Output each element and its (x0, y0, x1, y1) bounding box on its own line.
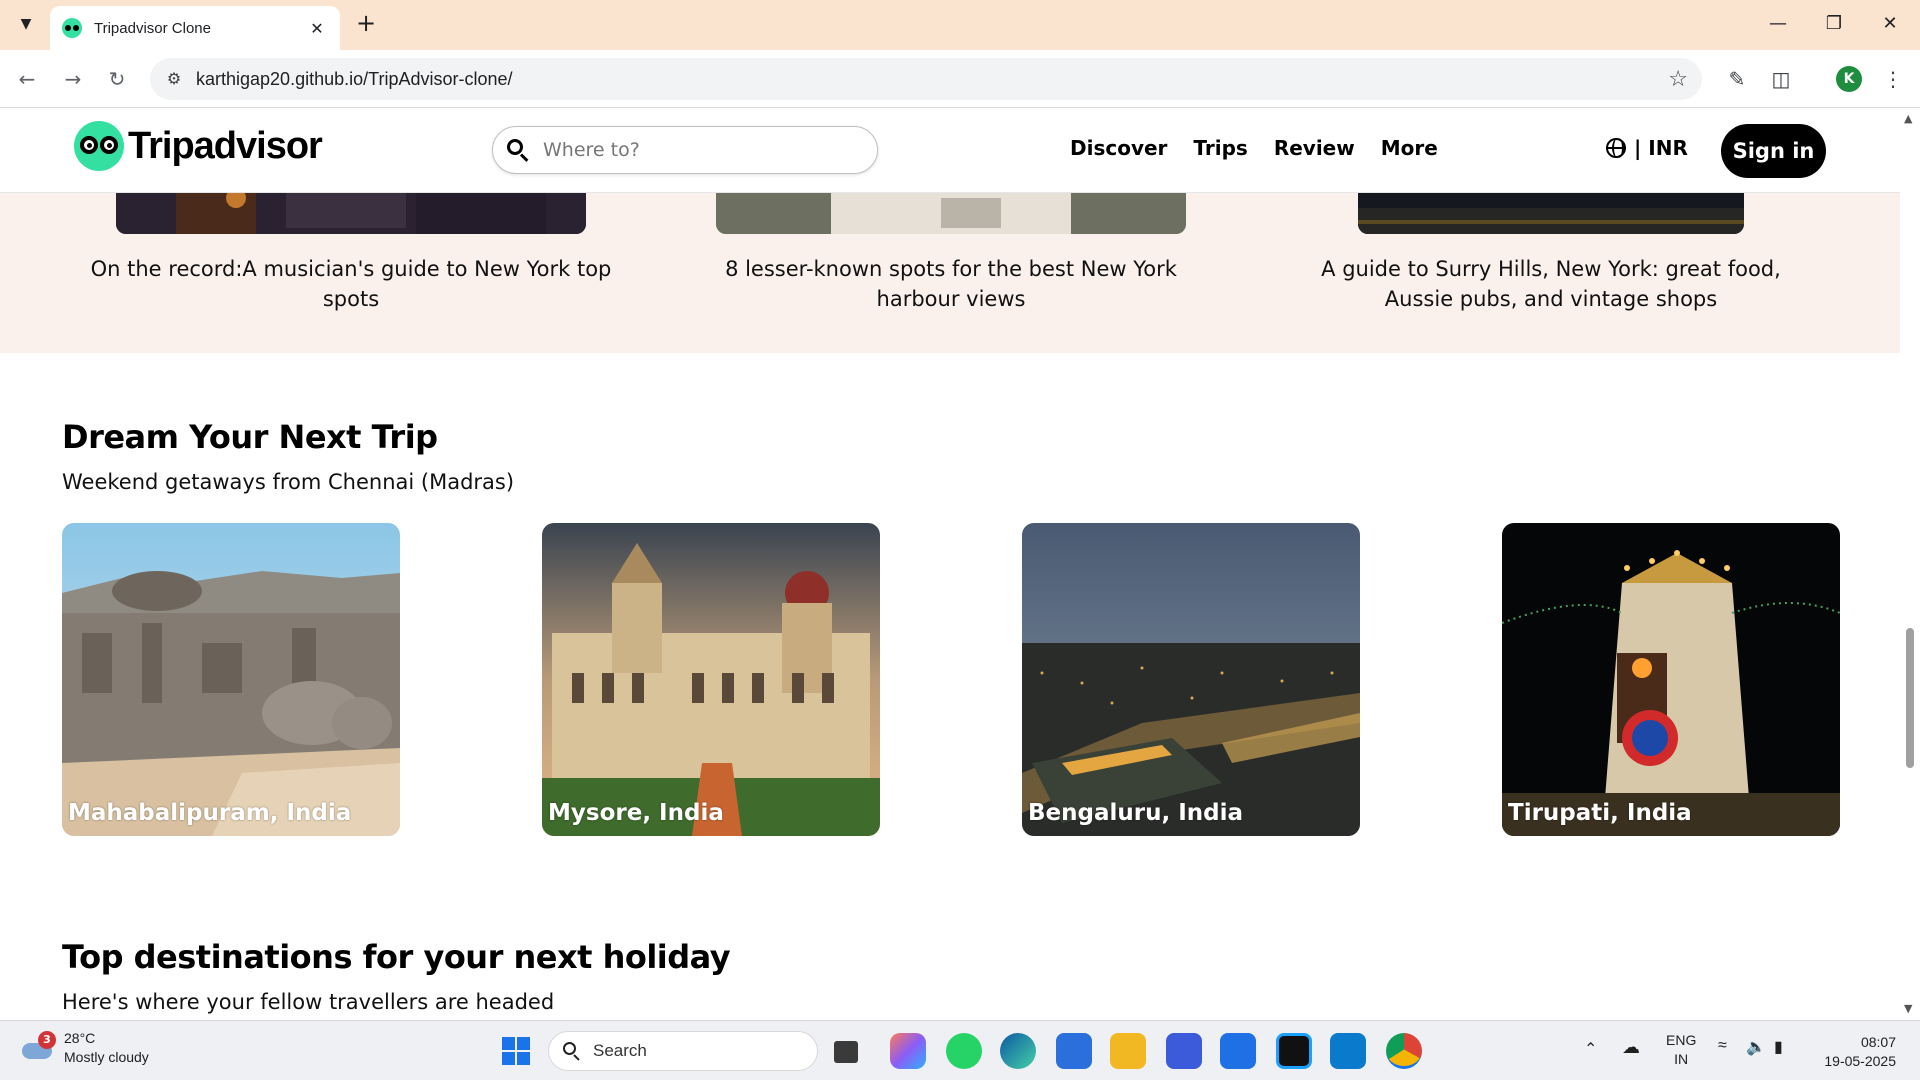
section-title: Top destinations for your next holiday (62, 938, 731, 976)
language-indicator[interactable]: ENG IN (1666, 1031, 1696, 1069)
nav-trips[interactable]: Trips (1193, 136, 1247, 160)
new-tab-button[interactable]: + (352, 10, 380, 38)
tripadvisor-favicon-icon (62, 18, 82, 38)
taskbar-search-label: Search (593, 1041, 647, 1060)
destination-card[interactable]: Mahabalipuram, India (62, 523, 400, 836)
region-code: IN (1674, 1051, 1689, 1067)
wifi-icon[interactable]: ≈ (1718, 1037, 1727, 1055)
nav-more[interactable]: More (1381, 136, 1438, 160)
destination-image (542, 523, 880, 836)
search-box[interactable] (492, 126, 878, 174)
scroll-thumb[interactable] (1906, 628, 1914, 768)
section-subtitle: Here's where your fellow travellers are … (62, 990, 555, 1014)
owl-logo-icon (74, 121, 124, 171)
forward-arrow-icon[interactable]: → (58, 64, 88, 94)
extensions-icon[interactable]: ◫ (1766, 64, 1796, 94)
chrome-icon[interactable] (1386, 1033, 1422, 1069)
search-icon (507, 139, 529, 162)
volume-icon[interactable]: 🔈 (1746, 1037, 1766, 1057)
search-input[interactable] (543, 139, 843, 161)
destination-image (1502, 523, 1840, 836)
scroll-up-icon[interactable]: ▲ (1904, 112, 1912, 125)
destination-card[interactable]: Mysore, India (542, 523, 880, 836)
edge-icon[interactable] (1000, 1033, 1036, 1069)
app-icon[interactable] (1166, 1033, 1202, 1069)
notification-badge: 3 (38, 1031, 56, 1049)
copilot-icon[interactable] (890, 1033, 926, 1069)
scroll-down-icon[interactable]: ▼ (1904, 1002, 1912, 1015)
windows-start-icon[interactable] (502, 1037, 530, 1065)
whatsapp-icon[interactable] (946, 1033, 982, 1069)
nav-discover[interactable]: Discover (1070, 136, 1167, 160)
weather-desc: Mostly cloudy (64, 1049, 149, 1065)
tab-search-chevron-icon[interactable]: ▼ (12, 10, 40, 38)
jetbrains-icon[interactable] (1276, 1033, 1312, 1069)
destination-label: Mysore, India (548, 800, 724, 826)
article-title[interactable]: A guide to Surry Hills, New York: great … (1286, 254, 1816, 314)
clock-time: 08:07 (1860, 1034, 1896, 1050)
page-scrollbar[interactable]: ▲ ▼ (1900, 108, 1920, 1020)
minimize-button[interactable]: — (1758, 8, 1798, 40)
section-subtitle: Weekend getaways from Chennai (Madras) (62, 470, 515, 494)
store-icon[interactable] (1056, 1033, 1092, 1069)
clock[interactable]: 08:07 19-05-2025 (1812, 1033, 1896, 1071)
site-header: Tripadvisor Discover Trips Review More |… (0, 108, 1900, 193)
battery-icon[interactable]: ▮ (1774, 1037, 1783, 1057)
destination-image (62, 523, 400, 836)
task-view-icon[interactable] (834, 1041, 858, 1063)
back-arrow-icon[interactable]: ← (12, 64, 42, 94)
sign-in-button[interactable]: Sign in (1721, 124, 1826, 178)
tray-chevron-icon[interactable]: ⌃ (1584, 1039, 1597, 1059)
currency-label: | INR (1634, 136, 1688, 160)
weather-widget[interactable]: 3 28°C Mostly cloudy (20, 1029, 149, 1067)
file-explorer-icon[interactable] (1110, 1033, 1146, 1069)
site-info-icon[interactable]: ⚙ (164, 69, 184, 89)
section-title: Dream Your Next Trip (62, 418, 438, 456)
article-title[interactable]: 8 lesser-known spots for the best New Yo… (686, 254, 1216, 314)
search-icon (563, 1042, 581, 1061)
destination-label: Tirupati, India (1508, 800, 1692, 826)
destination-card[interactable]: Tirupati, India (1502, 523, 1840, 836)
restore-button[interactable]: ❐ (1814, 8, 1854, 40)
article-title[interactable]: On the record:A musician's guide to New … (86, 254, 616, 314)
language-code: ENG (1666, 1032, 1697, 1048)
cloud-icon: 3 (20, 1031, 56, 1061)
taskbar: 3 28°C Mostly cloudy Search ⌃ ☁ ENG IN ≈… (0, 1020, 1920, 1080)
nav-review[interactable]: Review (1274, 136, 1355, 160)
url-text: karthigap20.github.io/TripAdvisor-clone/ (196, 68, 513, 89)
browser-toolbar: ← → ↻ ⚙ karthigap20.github.io/TripAdviso… (0, 50, 1920, 108)
clock-date: 19-05-2025 (1824, 1053, 1896, 1069)
destination-card[interactable]: Bengaluru, India (1022, 523, 1360, 836)
page-viewport: On the record:A musician's guide to New … (0, 108, 1900, 1020)
weather-temp: 28°C (64, 1030, 96, 1046)
tab-title: Tripadvisor Clone (94, 19, 211, 37)
browser-tabbar: ▼ Tripadvisor Clone ✕ + — ❐ ✕ (0, 0, 1920, 50)
destination-image (1022, 523, 1360, 836)
main-nav: Discover Trips Review More (1070, 136, 1438, 160)
onedrive-icon[interactable]: ☁ (1622, 1037, 1640, 1058)
bookmark-star-icon[interactable]: ☆ (1668, 67, 1688, 92)
tripadvisor-logo[interactable]: Tripadvisor (74, 120, 323, 172)
taskbar-search[interactable]: Search (548, 1031, 818, 1071)
globe-icon (1606, 138, 1626, 158)
menu-kebab-icon[interactable]: ⋮ (1878, 64, 1908, 94)
address-bar[interactable]: ⚙ karthigap20.github.io/TripAdvisor-clon… (150, 58, 1702, 100)
reload-icon[interactable]: ↻ (102, 64, 132, 94)
close-window-button[interactable]: ✕ (1870, 8, 1910, 40)
vscode-icon[interactable] (1330, 1033, 1366, 1069)
zoom-icon[interactable] (1220, 1033, 1256, 1069)
destination-label: Bengaluru, India (1028, 800, 1244, 826)
profile-avatar[interactable]: K (1836, 66, 1862, 92)
pen-icon[interactable]: ✎ (1722, 64, 1752, 94)
destination-label: Mahabalipuram, India (68, 800, 352, 826)
logo-text: Tripadvisor (128, 124, 323, 167)
tab-close-icon[interactable]: ✕ (306, 19, 328, 38)
browser-tab[interactable]: Tripadvisor Clone ✕ (50, 6, 340, 50)
currency-selector[interactable]: | INR (1606, 136, 1688, 160)
